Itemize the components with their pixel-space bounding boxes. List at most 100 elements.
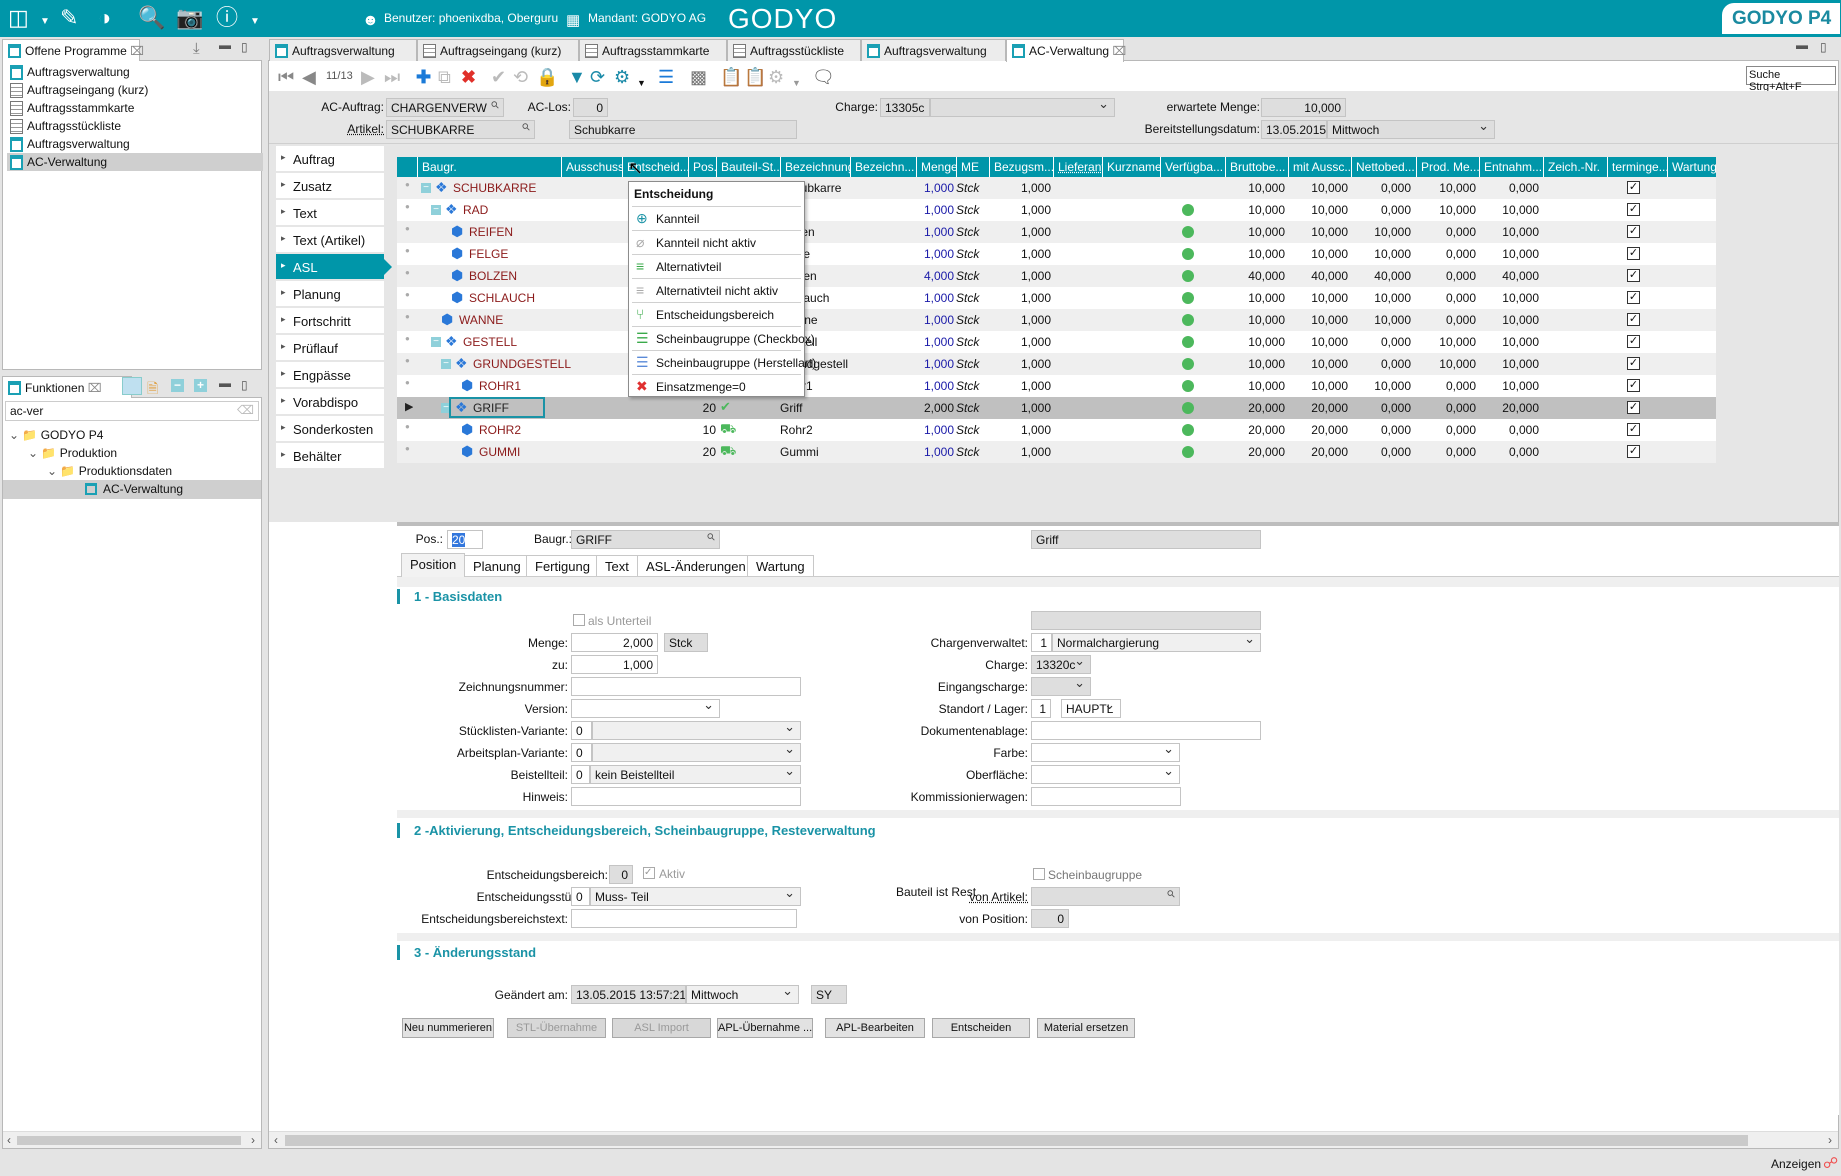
menu-item-entscheidungsbereich[interactable]: ⑂ Entscheidungsbereich — [632, 302, 801, 326]
collapse-icon[interactable]: − — [431, 205, 441, 215]
baugr-cell[interactable]: ROHR2 — [479, 423, 521, 437]
lager-select[interactable]: HAUPTL — [1061, 699, 1121, 718]
delete-icon[interactable]: ✖ — [461, 67, 476, 87]
tab-wartung[interactable]: Wartung — [747, 555, 814, 576]
scroll-left-icon[interactable]: ‹ — [7, 1133, 11, 1147]
tab-fertigung[interactable]: Fertigung — [526, 555, 599, 576]
pie-chart-icon[interactable]: ◑ — [98, 6, 111, 30]
search-input[interactable]: Suche Strg+Alt+F — [1746, 66, 1836, 93]
nav-item-sonderkosten[interactable]: Sonderkosten — [276, 416, 384, 441]
entscheidungsstueckliste-select[interactable]: Muss- Teil — [590, 887, 801, 906]
termin-checkbox[interactable]: ✓ — [1627, 247, 1640, 260]
help-icon[interactable]: ⓘ — [216, 6, 238, 30]
tab-planung[interactable]: Planung — [464, 555, 530, 576]
table-row[interactable]: ● ⬢ ROHR2 10 Rohr2 1,000 Stck 1,000 20,000 20,000… — [397, 419, 1716, 441]
artikel-label[interactable]: Artikel: — [347, 122, 384, 136]
charge-select[interactable] — [930, 98, 1115, 117]
open-program-item[interactable]: Auftragseingang (kurz) — [7, 81, 263, 99]
horizontal-scrollbar[interactable]: ‹ › — [3, 1131, 261, 1148]
aktiv-checkbox[interactable]: ✓ — [643, 867, 655, 879]
nav-item-zusatz[interactable]: Zusatz — [276, 173, 384, 198]
maximize-icon[interactable]: ▯ — [241, 378, 248, 392]
baugr-cell[interactable]: RAD — [463, 203, 488, 217]
termin-checkbox[interactable]: ✓ — [1627, 379, 1640, 392]
table-row[interactable]: ▶ − ❖ GRIFF 20 Griff 2,000 Stck 1,000 20,000 20,00… — [397, 397, 1716, 419]
expand-all-icon[interactable]: + — [194, 379, 207, 392]
baugr-cell[interactable]: GUMMI — [479, 445, 520, 459]
chevron-down-icon[interactable]: ▼ — [250, 10, 260, 34]
chevron-down-icon[interactable]: ⌄ — [28, 446, 38, 460]
nav-item-vorabdispo[interactable]: Vorabdispo — [276, 389, 384, 414]
open-program-item[interactable]: Auftragsstammkarte — [7, 99, 263, 117]
edit-icon[interactable]: ✎ — [60, 6, 78, 30]
collapse-all-icon[interactable]: − — [171, 379, 184, 392]
button-neu-nummerieren[interactable]: Neu nummerieren — [402, 1018, 494, 1038]
ac-los-field[interactable]: 0 — [573, 98, 608, 117]
table-row[interactable]: ● − ❖ GRUNDGESTELL Grundgestell 1,000 Stck 1,00… — [397, 353, 1716, 375]
baugr-cell[interactable]: SCHLAUCH — [469, 291, 535, 305]
tree-item-produktion[interactable]: ⌄ 📁 Produktion — [28, 446, 117, 460]
termin-checkbox[interactable]: ✓ — [1627, 401, 1640, 414]
tree-item-ac-verwaltung[interactable]: AC-Verwaltung — [3, 480, 261, 499]
notes-icon[interactable]: 🗎 — [147, 378, 158, 402]
chevron-down-icon[interactable]: ⌄ — [9, 428, 19, 442]
table-row[interactable]: ● − ❖ RAD 1,000 Stck 1,000 10,000 10,000 0,000 10,… — [397, 199, 1716, 221]
artikel-field[interactable]: SCHUBKARRE — [386, 120, 535, 139]
broken-link-icon[interactable]: ☍ — [1823, 1154, 1838, 1172]
column-header-lieferant[interactable]: Lieferant — [1053, 157, 1102, 177]
document-search-icon[interactable]: 🔍 — [138, 6, 165, 30]
standort-number[interactable]: 1 — [1031, 699, 1051, 718]
scroll-right-icon[interactable]: › — [1828, 1133, 1832, 1147]
table-row[interactable]: ●⬢REIFENReifen1,000Stck1,00010,00010,000… — [397, 221, 1716, 243]
add-icon[interactable]: ✚ — [416, 67, 431, 87]
tab-functions[interactable]: Funktionen ⌧ — [2, 376, 132, 398]
termin-checkbox[interactable]: ✓ — [1627, 313, 1640, 326]
undo-icon[interactable]: ⟲ — [513, 67, 528, 87]
eingangscharge-select[interactable] — [1031, 677, 1091, 696]
tab-asl-aenderungen[interactable]: ASL-Änderungen — [637, 555, 755, 576]
beistellteil-select[interactable]: kein Beistellteil — [590, 765, 801, 784]
column-header-mit-aussc-[interactable]: mit Aussc... — [1288, 157, 1351, 177]
stl-variante-number[interactable]: 0 — [571, 721, 592, 740]
open-program-item[interactable]: AC-Verwaltung — [7, 153, 263, 171]
termin-checkbox[interactable]: ✓ — [1627, 357, 1640, 370]
settings-icon[interactable]: ⚙ — [614, 67, 630, 87]
scroll-right-icon[interactable]: › — [251, 1133, 255, 1147]
scroll-left-icon[interactable]: ‹ — [274, 1133, 278, 1147]
tab-auftragsverwaltung-2[interactable]: Auftragsverwaltung — [861, 39, 1006, 61]
apl-variante-number[interactable]: 0 — [571, 743, 592, 762]
zeichnung-field[interactable] — [571, 677, 801, 696]
column-header-menge[interactable]: Menge — [916, 157, 956, 177]
collapse-icon[interactable]: − — [431, 337, 441, 347]
termin-checkbox[interactable]: ✓ — [1627, 445, 1640, 458]
menu-item-scheinbaugruppe-herstellart-[interactable]: ☰ Scheinbaugruppe (Herstellart) — [632, 350, 816, 374]
close-icon[interactable]: ⌧ — [1112, 44, 1126, 58]
menu-item-kannteil-nicht-aktiv[interactable]: ⌀ Kannteil nicht aktiv — [632, 230, 801, 254]
tab-open-programs[interactable]: Offene Programme ⌧ — [2, 39, 144, 61]
table-row[interactable]: ●⬢SCHLAUCHSchlauch1,000Stck1,00010,00010… — [397, 287, 1716, 309]
chevron-down-icon[interactable]: ⌄ — [47, 464, 57, 478]
column-header-kurzname[interactable]: Kurzname — [1102, 157, 1160, 177]
stl-variante-select[interactable] — [592, 721, 801, 740]
column-header-bauteil-st-[interactable]: Bauteil-St... — [716, 157, 780, 177]
entscheidungsbereichstext-field[interactable] — [571, 909, 797, 928]
nav-item-pr-flauf[interactable]: Prüflauf — [276, 335, 384, 360]
button-apl-bearbeiten[interactable]: APL-Bearbeiten — [825, 1018, 925, 1038]
termin-checkbox[interactable]: ✓ — [1627, 203, 1640, 216]
tree-item-produktionsdaten[interactable]: ⌄ 📁 Produktionsdaten — [47, 464, 172, 478]
baugr-cell[interactable]: GRUNDGESTELL — [473, 357, 571, 371]
oberflaeche-select[interactable] — [1031, 765, 1180, 784]
column-header-verf-gba-[interactable]: Verfügba... — [1160, 157, 1225, 177]
termin-checkbox[interactable]: ✓ — [1627, 291, 1640, 304]
beistellteil-number[interactable]: 0 — [571, 765, 590, 784]
entscheidungsstueckliste-number[interactable]: 0 — [571, 887, 590, 906]
termin-checkbox[interactable]: ✓ — [1627, 225, 1640, 238]
previous-record-icon[interactable]: ◀ — [302, 67, 316, 87]
nav-item-asl[interactable]: ASL — [276, 254, 392, 279]
tab-position[interactable]: Position — [401, 553, 466, 577]
minimize-icon[interactable]: ▬ — [219, 38, 231, 52]
menu-item-kannteil[interactable]: ⊕ Kannteil — [632, 206, 801, 230]
charge-detail-select[interactable]: 13320c — [1031, 655, 1091, 674]
list-icon[interactable]: ☰ — [658, 67, 674, 87]
kommissionierwagen-field[interactable] — [1031, 787, 1181, 806]
